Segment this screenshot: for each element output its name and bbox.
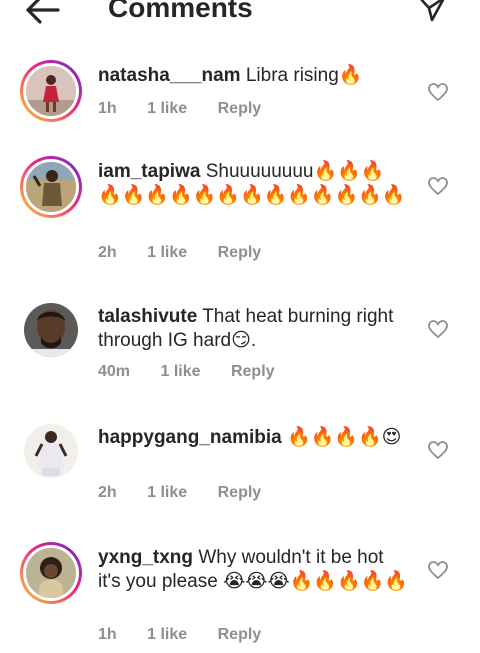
comment-time: 2h: [98, 244, 117, 261]
comment-likes[interactable]: 1 like: [147, 484, 187, 502]
heart-icon[interactable]: [427, 319, 449, 339]
comment-meta: 2h 1 like Reply: [98, 484, 287, 502]
reply-button[interactable]: Reply: [218, 244, 262, 262]
comment-text-block: iam_tapiwa Shuuuuuuuu🔥🔥🔥🔥🔥🔥🔥🔥🔥🔥🔥🔥🔥🔥🔥🔥: [98, 160, 408, 208]
avatar[interactable]: [20, 542, 82, 604]
comment-text-block: talashivute That heat burning right thro…: [98, 305, 408, 353]
comment-likes[interactable]: 1 like: [147, 100, 187, 118]
comment-username[interactable]: iam_tapiwa: [98, 161, 200, 182]
comment-likes[interactable]: 1 like: [147, 244, 187, 262]
comment-time: 2h: [98, 484, 117, 501]
comment-username[interactable]: yxng_txng: [98, 547, 193, 568]
heart-icon[interactable]: [427, 176, 449, 196]
reply-button[interactable]: Reply: [218, 626, 262, 644]
reply-button[interactable]: Reply: [218, 484, 262, 502]
comment-text-block: yxng_txng Why wouldn't it be hot it's yo…: [98, 546, 408, 594]
avatar[interactable]: [20, 60, 82, 122]
profile-photo-icon: [26, 66, 76, 116]
comment-meta: 1h 1 like Reply: [98, 100, 287, 118]
comment-username[interactable]: talashivute: [98, 306, 197, 327]
comment-likes[interactable]: 1 like: [147, 626, 187, 644]
avatar[interactable]: [20, 156, 82, 218]
comment-meta: 40m 1 like Reply: [98, 363, 301, 381]
heart-icon[interactable]: [427, 82, 449, 102]
comment-body: Libra rising🔥: [245, 65, 363, 86]
avatar[interactable]: [24, 424, 78, 478]
comment-likes[interactable]: 1 like: [160, 363, 200, 381]
comment-body: 🔥🔥🔥🔥😍: [286, 427, 402, 448]
profile-photo-icon: [24, 424, 78, 478]
avatar[interactable]: [24, 303, 78, 357]
comment-text-block: natasha___nam Libra rising🔥: [98, 64, 408, 88]
arrow-left-icon[interactable]: [22, 0, 62, 30]
profile-photo-icon: [26, 162, 76, 212]
comment-time: 1h: [98, 626, 117, 643]
comment-meta: 2h 1 like Reply: [98, 244, 287, 262]
reply-button[interactable]: Reply: [218, 100, 262, 118]
heart-icon[interactable]: [427, 560, 449, 580]
send-icon[interactable]: [416, 0, 448, 26]
comment-username[interactable]: happygang_namibia: [98, 427, 282, 448]
profile-photo-icon: [24, 303, 78, 357]
heart-icon[interactable]: [427, 440, 449, 460]
reply-button[interactable]: Reply: [231, 363, 275, 381]
comment-text-block: happygang_namibia 🔥🔥🔥🔥😍: [98, 426, 408, 450]
comment-time: 1h: [98, 100, 117, 117]
comment-meta: 1h 1 like Reply: [98, 626, 287, 644]
page-title: Comments: [108, 0, 253, 23]
comment-username[interactable]: natasha___nam: [98, 65, 241, 86]
comments-header: Comments: [0, 0, 480, 34]
comment-time: 40m: [98, 363, 131, 380]
profile-photo-icon: [26, 548, 76, 598]
